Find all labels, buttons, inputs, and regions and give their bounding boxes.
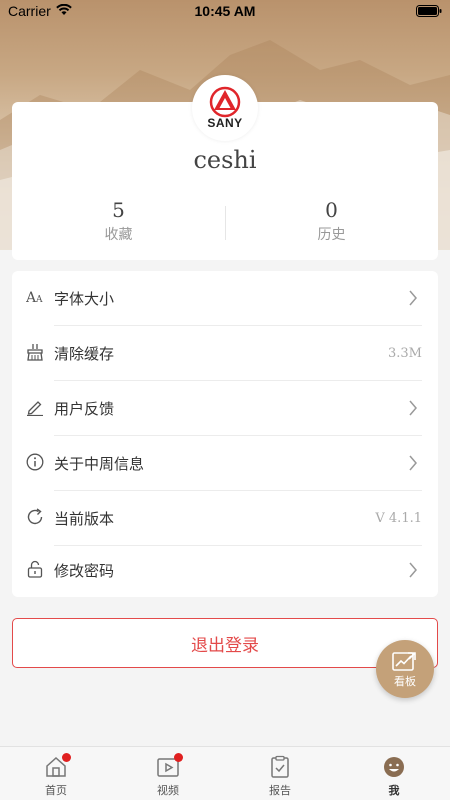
version-number: V 4.1.1 bbox=[375, 510, 422, 526]
status-bar: Carrier 10:45 AM bbox=[0, 0, 450, 22]
font-size-icon: A A bbox=[26, 290, 43, 306]
broom-icon bbox=[27, 344, 43, 361]
dashboard-label: 看板 bbox=[394, 674, 416, 688]
dashboard-button[interactable]: 看板 bbox=[376, 640, 434, 698]
notification-badge bbox=[62, 753, 71, 762]
menu-item-about[interactable]: 关于中周信息 bbox=[12, 436, 438, 490]
menu-item-label: 当前版本 bbox=[54, 509, 115, 528]
menu-item-label: 修改密码 bbox=[54, 561, 115, 580]
tab-label: 我 bbox=[388, 784, 400, 797]
chevron-right-icon bbox=[409, 290, 417, 306]
menu-item-label: 关于中周信息 bbox=[54, 454, 145, 473]
tab-label: 视频 bbox=[157, 784, 179, 797]
me-icon bbox=[384, 757, 404, 777]
chevron-right-icon bbox=[409, 400, 417, 416]
history-count: 0 bbox=[325, 198, 338, 222]
history-stat[interactable]: 0 历史 bbox=[225, 198, 438, 244]
chevron-right-icon bbox=[409, 455, 417, 471]
tab-label: 报告 bbox=[269, 784, 291, 797]
menu-item-change-password[interactable]: 修改密码 bbox=[12, 543, 438, 597]
favorites-stat[interactable]: 5 收藏 bbox=[12, 198, 225, 244]
tab-video[interactable]: 视频 bbox=[112, 747, 224, 800]
tab-label: 首页 bbox=[45, 784, 67, 797]
svg-text:A: A bbox=[35, 295, 43, 305]
pen-icon bbox=[27, 401, 43, 416]
menu-item-clear-cache[interactable]: 清除缓存 3.3M bbox=[12, 326, 438, 380]
favorites-label: 收藏 bbox=[104, 227, 133, 243]
lock-icon bbox=[27, 560, 43, 578]
menu-item-label: 字体大小 bbox=[54, 289, 115, 308]
chevron-right-icon bbox=[409, 562, 417, 578]
menu-item-label: 清除缓存 bbox=[54, 344, 115, 363]
info-icon bbox=[26, 453, 44, 471]
username: ceshi bbox=[193, 146, 257, 174]
favorites-count: 5 bbox=[112, 198, 125, 222]
battery-icon bbox=[416, 5, 442, 17]
history-label: 历史 bbox=[317, 227, 346, 243]
clock: 10:45 AM bbox=[194, 3, 256, 19]
notification-badge bbox=[174, 753, 183, 762]
cache-size: 3.3M bbox=[388, 345, 422, 361]
sany-logo-icon bbox=[209, 86, 241, 118]
menu-item-font-size[interactable]: A A 字体大小 bbox=[12, 271, 438, 325]
chart-trend-icon bbox=[392, 651, 416, 671]
avatar[interactable]: SANY bbox=[192, 75, 258, 141]
refresh-icon bbox=[27, 508, 43, 525]
logout-button[interactable]: 退出登录 bbox=[12, 618, 438, 668]
menu-item-feedback[interactable]: 用户反馈 bbox=[12, 381, 438, 435]
tab-bar: 首页 视频 报告 我 bbox=[0, 746, 450, 800]
settings-menu: A A 字体大小 清除缓存 3.3M 用户反馈 关于中周信息 当前版本 V 4.… bbox=[12, 271, 438, 597]
menu-item-version[interactable]: 当前版本 V 4.1.1 bbox=[12, 491, 438, 545]
tab-home[interactable]: 首页 bbox=[0, 747, 112, 800]
tab-me[interactable]: 我 bbox=[338, 747, 450, 800]
menu-item-label: 用户反馈 bbox=[54, 399, 115, 418]
report-icon bbox=[271, 755, 289, 778]
tab-report[interactable]: 报告 bbox=[224, 747, 336, 800]
logo-text: SANY bbox=[207, 116, 243, 130]
